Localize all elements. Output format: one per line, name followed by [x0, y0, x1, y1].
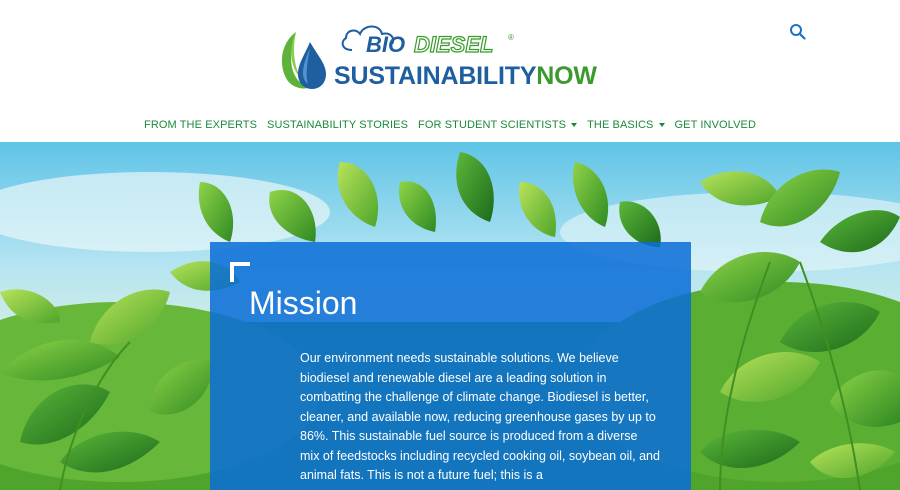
chevron-down-icon: [658, 123, 665, 127]
mission-title: Mission: [249, 285, 358, 321]
main-nav: FROM THE EXPERTS SUSTAINABILITY STORIES …: [0, 116, 900, 134]
nav-item-label: GET INVOLVED: [674, 119, 756, 131]
logo-sustainability-text: SUSTAINABILITY: [334, 62, 537, 90]
search-icon: [790, 24, 806, 40]
nav-item-sustainability-stories[interactable]: SUSTAINABILITY STORIES: [267, 116, 408, 134]
logo-registered-mark: ®: [508, 33, 514, 42]
logo-bio-text: BIO: [366, 32, 405, 57]
nav-item-for-student-scientists[interactable]: FOR STUDENT SCIENTISTS: [418, 116, 578, 134]
biodiesel-wordmark: BIO DIESEL ®: [341, 25, 514, 58]
logo-diesel-text: DIESEL: [414, 32, 493, 57]
site-logo[interactable]: BIO DIESEL ® SUSTAINABILITYNOW: [276, 20, 626, 96]
mission-body: Our environment needs sustainable soluti…: [300, 351, 660, 482]
nav-item-label: THE BASICS: [587, 119, 654, 131]
logo-tagline: SUSTAINABILITYNOW: [334, 62, 597, 90]
chevron-down-icon: [571, 123, 578, 127]
nav-item-label: FROM THE EXPERTS: [144, 119, 258, 131]
nav-item-label: SUSTAINABILITY STORIES: [267, 119, 409, 131]
nav-item-from-the-experts[interactable]: FROM THE EXPERTS: [144, 116, 257, 134]
leaf-drop-icon: [281, 32, 326, 89]
nav-item-get-involved[interactable]: GET INVOLVED: [675, 116, 756, 134]
nav-item-the-basics[interactable]: THE BASICS: [587, 116, 665, 134]
site-header: BIO DIESEL ® SUSTAINABILITYNOW FROM THE …: [0, 0, 900, 142]
corner-bracket-icon: [230, 262, 250, 282]
search-button[interactable]: [788, 22, 808, 42]
mission-card: Mission Our environment needs sustainabl…: [210, 242, 691, 490]
nav-item-label: FOR STUDENT SCIENTISTS: [418, 119, 567, 131]
logo-now-text: NOW: [536, 62, 597, 90]
